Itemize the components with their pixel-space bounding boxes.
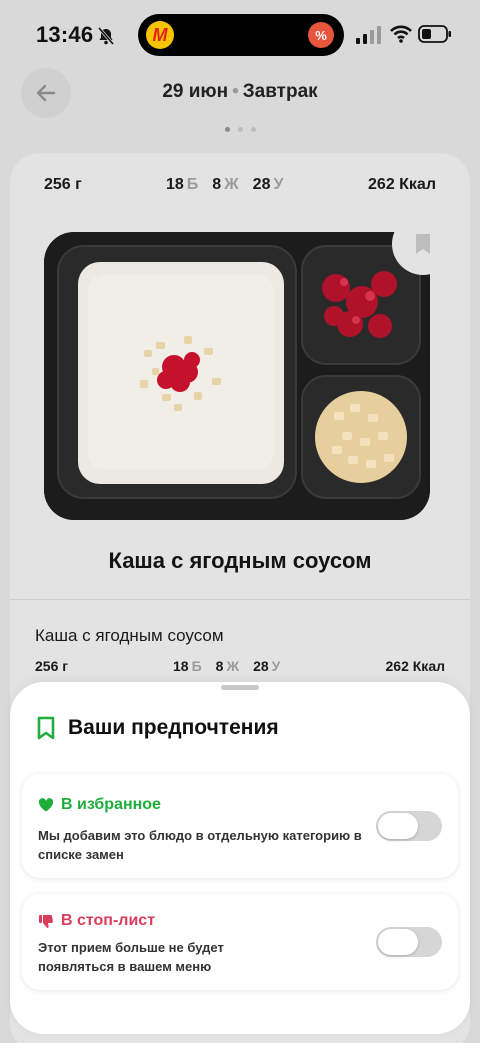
header-date: 29 июн — [162, 81, 229, 102]
market-app-icon: M — [146, 21, 174, 49]
fat: 8Ж — [215, 658, 240, 674]
weight-value: 256 г — [35, 658, 69, 674]
toggle-knob — [378, 929, 418, 955]
favorite-card[interactable]: В избранное Мы добавим это блюдо в отдел… — [22, 774, 458, 878]
section-title: Каша с ягодным соусом — [35, 626, 224, 645]
dish-title: Каша с ягодным соусом — [108, 548, 372, 573]
header-meal: Завтрак — [242, 81, 318, 102]
carbs: 28 У — [252, 176, 284, 193]
cellular-signal-icon — [356, 26, 381, 44]
page-title: 29 июн • Завтрак — [0, 81, 480, 103]
percent-badge-icon: % — [308, 22, 334, 48]
carbs: 28 У — [253, 658, 281, 674]
sheet-header: Ваши предпочтения — [36, 716, 279, 740]
bookmark-button[interactable] — [392, 213, 454, 275]
stoplist-card[interactable]: В стоп-лист Этот прием больше не будет п… — [22, 894, 458, 990]
sheet-title: Ваши предпочтения — [68, 716, 279, 739]
wifi-icon — [390, 25, 412, 43]
favorite-toggle[interactable] — [376, 811, 442, 841]
stoplist-header: В стоп-лист — [38, 912, 155, 930]
protein: 18 Б — [166, 176, 199, 193]
favorite-description: Мы добавим это блюдо в отдельную категор… — [38, 828, 362, 862]
kcal-value: 262 Ккал — [368, 176, 436, 193]
dish-photo — [44, 232, 430, 520]
thumbs-down-icon — [39, 915, 53, 928]
favorite-header: В избранное — [38, 796, 161, 814]
stoplist-description: Этот прием больше не будет появляться в … — [38, 940, 224, 974]
protein: 18 Б — [173, 658, 202, 674]
header-separator: • — [232, 81, 239, 102]
status-bar: 13:46 M % — [0, 0, 480, 70]
sheet-grabber[interactable] — [221, 685, 259, 690]
preferences-sheet: Ваши предпочтения В избранное Мы добавим… — [10, 682, 470, 1034]
heart-icon — [38, 798, 54, 812]
macros: 18 Б 8Ж 28 У — [173, 658, 280, 674]
divider — [10, 599, 470, 600]
bookmark-outline-icon — [37, 716, 55, 740]
dynamic-island[interactable]: M % — [138, 14, 344, 56]
page-dot — [250, 127, 256, 132]
bell-off-icon — [97, 27, 115, 45]
macros: 18 Б 8Ж 28 У — [166, 176, 283, 194]
stoplist-toggle[interactable] — [376, 927, 442, 957]
stoplist-label: В стоп-лист — [61, 912, 156, 929]
toggle-knob — [378, 813, 418, 839]
page-indicator — [0, 127, 480, 132]
kcal-value: 262 Ккал — [385, 658, 445, 674]
page-dot — [237, 127, 243, 132]
weight-value: 256 г — [44, 176, 82, 193]
favorite-label: В избранное — [61, 796, 161, 813]
bookmark-icon — [416, 234, 430, 254]
status-time: 13:46 — [36, 22, 94, 47]
fat: 8Ж — [212, 176, 239, 193]
page-dot-active — [224, 127, 230, 132]
battery-icon — [418, 25, 451, 43]
